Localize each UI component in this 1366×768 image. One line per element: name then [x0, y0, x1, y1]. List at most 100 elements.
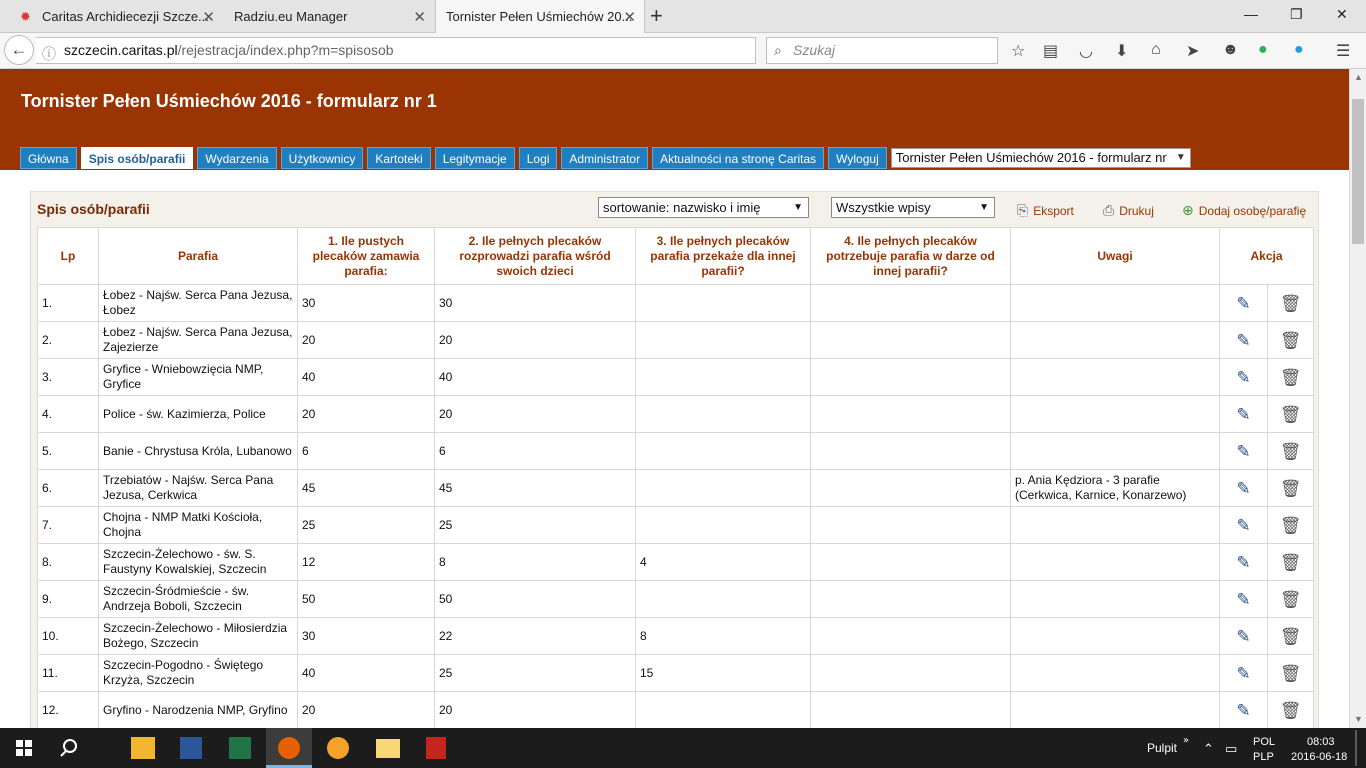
page-scrollbar[interactable]: ▲ ▼ — [1349, 69, 1366, 728]
add-circle-icon: ⊕ — [1182, 202, 1194, 218]
firefox-app-icon[interactable] — [278, 737, 300, 759]
scroll-up-icon[interactable]: ▲ — [1354, 72, 1363, 82]
trash-icon[interactable]: 🗑 — [1280, 590, 1302, 609]
cell-q2: 40 — [434, 358, 636, 396]
menu-item-wyloguj[interactable]: Wyloguj — [828, 147, 887, 169]
edit-icon[interactable]: ✎ — [1236, 294, 1250, 313]
pocket-icon[interactable]: ◡ — [1079, 41, 1093, 61]
menu-item-glowna[interactable]: Główna — [20, 147, 77, 169]
export-label: Eksport — [1033, 203, 1074, 218]
cell-q3 — [635, 432, 811, 470]
edit-icon[interactable]: ✎ — [1236, 664, 1250, 683]
cell-q1: 20 — [297, 691, 435, 729]
add-entry-link[interactable]: ⊕ Dodaj osobę/parafię — [1182, 202, 1306, 219]
excel-app-icon[interactable] — [229, 737, 251, 759]
word-app-icon[interactable] — [180, 737, 202, 759]
trash-icon[interactable]: 🗑 — [1280, 294, 1302, 313]
url-host: szczecin.caritas.pl — [64, 42, 178, 58]
clock-date[interactable]: 2016-06-18 — [1291, 751, 1347, 763]
reading-list-icon[interactable]: ▤ — [1043, 41, 1058, 61]
search-input[interactable]: ⌕ Szukaj — [766, 37, 998, 64]
cell-uwagi — [1010, 432, 1220, 470]
menu-item-uzytkownicy[interactable]: Użytkownicy — [280, 147, 364, 169]
scroll-down-icon[interactable]: ▼ — [1354, 714, 1363, 724]
edit-icon[interactable]: ✎ — [1236, 590, 1250, 609]
filter-select[interactable]: Wszystkie wpisy ▼ — [831, 197, 995, 218]
menu-item-aktualnosci[interactable]: Aktualności na stronę Caritas — [652, 147, 825, 169]
edit-icon[interactable]: ✎ — [1236, 479, 1250, 498]
menu-item-legitymacje[interactable]: Legitymacje — [434, 147, 515, 169]
col-akcja-header: Akcja — [1219, 227, 1314, 285]
edit-icon[interactable]: ✎ — [1236, 553, 1250, 572]
download-icon[interactable]: ⬇ — [1115, 41, 1128, 61]
cell-uwagi — [1010, 506, 1220, 544]
trash-icon[interactable]: 🗑 — [1280, 701, 1302, 720]
vlc-app-icon[interactable] — [327, 737, 349, 759]
home-icon[interactable]: ⌂ — [1151, 41, 1161, 59]
lang-bottom[interactable]: PLP — [1253, 751, 1274, 763]
cell-q1: 40 — [297, 654, 435, 692]
trash-icon[interactable]: 🗑 — [1280, 553, 1302, 572]
send-icon[interactable]: ➤ — [1186, 41, 1199, 61]
menu-item-kartoteki[interactable]: Kartoteki — [367, 147, 431, 169]
close-tab-icon[interactable]: ✕ — [202, 8, 215, 26]
grammarly-icon[interactable]: ● — [1258, 41, 1268, 59]
cell-q3 — [635, 321, 811, 359]
bookmark-star-icon[interactable]: ☆ — [1011, 41, 1025, 61]
tray-expand-icon[interactable]: ⌃ — [1203, 742, 1214, 757]
trash-icon[interactable]: 🗑 — [1280, 331, 1302, 350]
edit-icon[interactable]: ✎ — [1236, 627, 1250, 646]
back-button[interactable]: ← — [4, 35, 34, 65]
close-tab-icon[interactable]: ✕ — [623, 8, 636, 26]
menu-item-administrator[interactable]: Administrator — [561, 147, 649, 169]
sort-select-value: sortowanie: nazwisko i imię — [603, 200, 761, 215]
browser-tab-tornister[interactable]: Tornister Pełen Uśmiechów 20... ✕ — [435, 0, 645, 33]
skype-icon[interactable]: ● — [1294, 41, 1304, 59]
edit-icon[interactable]: ✎ — [1236, 405, 1250, 424]
trash-icon[interactable]: 🗑 — [1280, 516, 1302, 535]
sort-select[interactable]: sortowanie: nazwisko i imię ▼ — [598, 197, 809, 218]
edit-icon[interactable]: ✎ — [1236, 701, 1250, 720]
restore-icon[interactable]: ❐ — [1290, 6, 1303, 23]
trash-icon[interactable]: 🗑 — [1280, 664, 1302, 683]
cell-lp: 7. — [37, 506, 99, 544]
pdf-reader-icon[interactable] — [426, 737, 446, 759]
info-icon[interactable]: ⓘ — [42, 42, 56, 67]
print-link[interactable]: ⎙ Drukuj — [1103, 202, 1154, 219]
browser-tab-caritas[interactable]: ✹ Caritas Archidiecezji Szcze... ✕ — [10, 0, 223, 33]
edit-icon[interactable]: ✎ — [1236, 442, 1250, 461]
menu-item-wydarzenia[interactable]: Wydarzenia — [197, 147, 277, 169]
close-window-icon[interactable]: ✕ — [1336, 6, 1348, 23]
menu-item-spis-osob[interactable]: Spis osób/parafii — [80, 147, 194, 169]
file-explorer-icon[interactable] — [376, 739, 400, 758]
edit-icon[interactable]: ✎ — [1236, 368, 1250, 387]
new-tab-button[interactable]: + — [650, 3, 663, 29]
export-link[interactable]: ⎘ Eksport — [1017, 202, 1074, 219]
trash-icon[interactable]: 🗑 — [1280, 479, 1302, 498]
cell-q4 — [810, 469, 1011, 507]
mail-app-icon[interactable] — [131, 737, 155, 759]
close-tab-icon[interactable]: ✕ — [413, 8, 426, 26]
trash-icon[interactable]: 🗑 — [1280, 442, 1302, 461]
trash-icon[interactable]: 🗑 — [1280, 627, 1302, 646]
network-icon[interactable]: ▭ — [1225, 742, 1237, 757]
menu-item-logi[interactable]: Logi — [518, 147, 558, 169]
desktop-label[interactable]: Pulpit — [1147, 741, 1178, 755]
form-select[interactable]: Tornister Pełen Uśmiechów 2016 - formula… — [890, 148, 1191, 168]
address-bar[interactable]: ⓘ szczecin.caritas.pl/rejestracja/index.… — [36, 37, 783, 67]
trash-icon[interactable]: 🗑 — [1280, 405, 1302, 424]
browser-tab-radziu[interactable]: Radziu.eu Manager ✕ — [224, 0, 434, 33]
cell-q2: 50 — [434, 580, 636, 618]
scrollbar-thumb[interactable] — [1352, 99, 1364, 244]
clock-time[interactable]: 08:03 — [1307, 736, 1335, 748]
table-row: 1. Łobez - Najśw. Serca Pana Jezusa, Łobe… — [37, 284, 1314, 322]
toolbar-chevron-icon[interactable]: » — [1183, 735, 1189, 746]
trash-icon[interactable]: 🗑 — [1280, 368, 1302, 387]
show-desktop-button[interactable] — [1355, 730, 1357, 766]
lang-top[interactable]: POL — [1253, 736, 1275, 748]
chat-icon[interactable]: ☻ — [1222, 41, 1239, 59]
edit-icon[interactable]: ✎ — [1236, 331, 1250, 350]
minimize-icon[interactable]: — — [1244, 6, 1258, 22]
edit-icon[interactable]: ✎ — [1236, 516, 1250, 535]
menu-hamburger-icon[interactable]: ☰ — [1336, 41, 1350, 61]
